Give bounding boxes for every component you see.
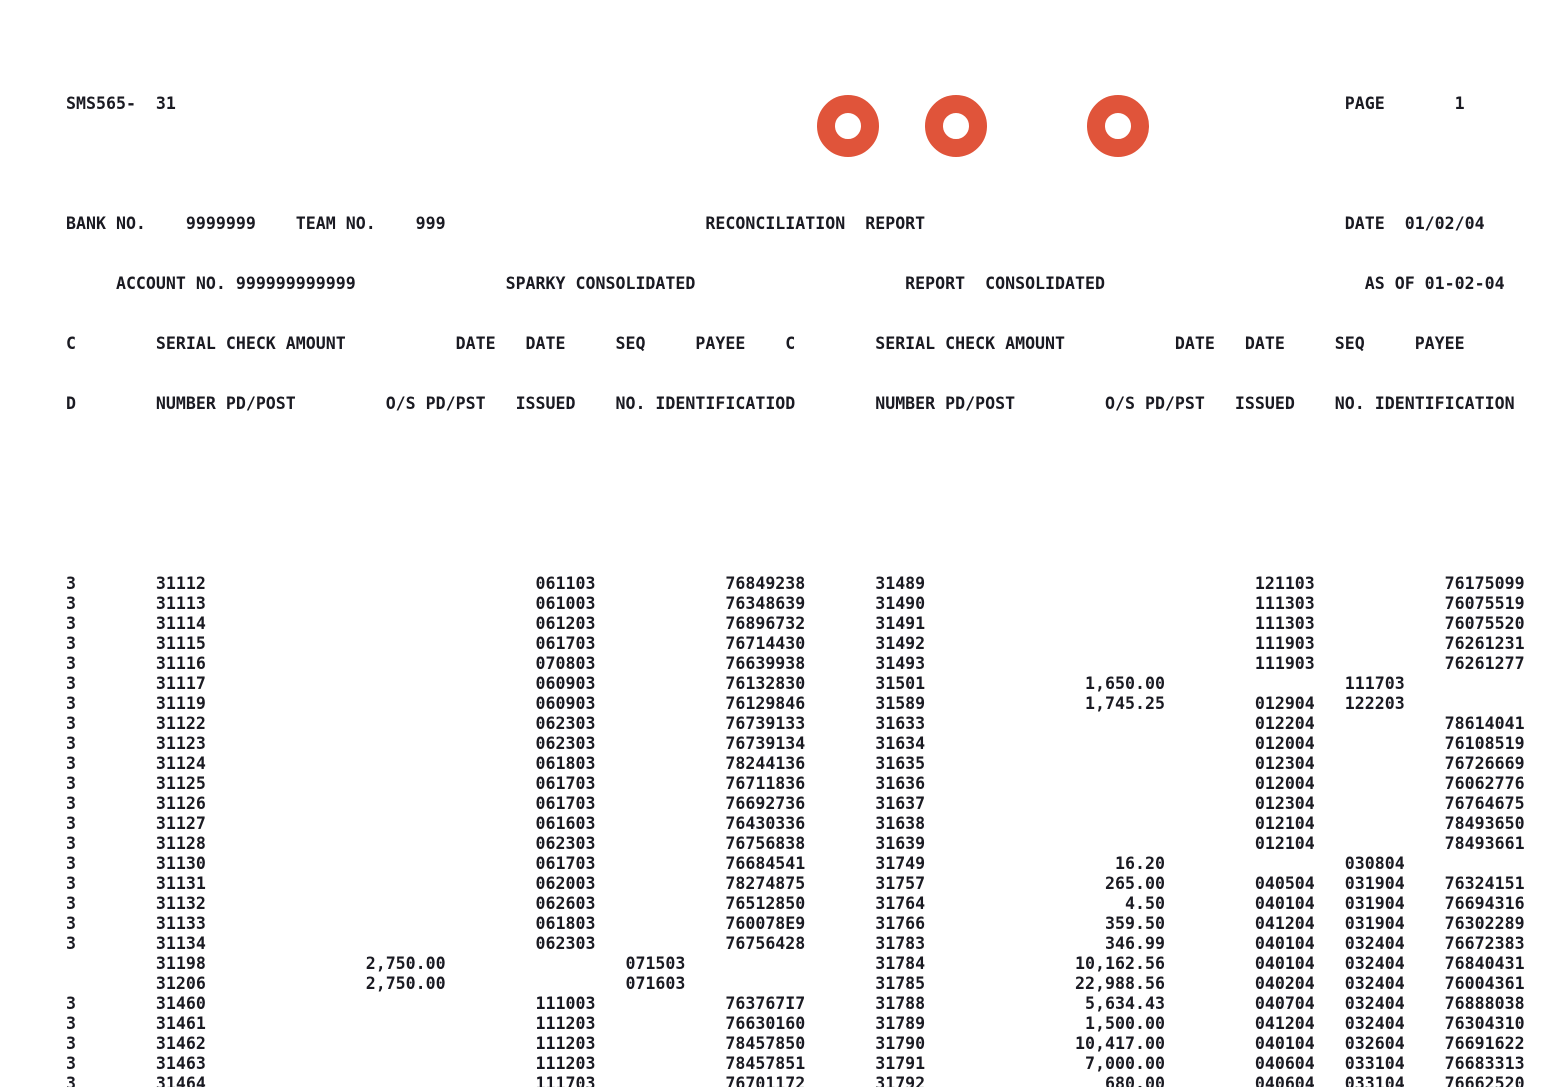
table-row: 3 31112 061103 76849238 31489 121103 761…: [66, 574, 1525, 593]
table-row: 3 31123 062303 76739134 31634 012004 761…: [66, 734, 1525, 753]
table-row: 3 31461 111203 76630160 31789 1,500.00 0…: [66, 1014, 1525, 1033]
column-header-line-2: D NUMBER PD/POST O/S PD/PST ISSUED NO. I…: [66, 394, 1515, 413]
table-row: 3 31462 111203 78457850 31790 10,417.00 …: [66, 1034, 1525, 1053]
table-row: 3 31117 060903 76132830 31501 1,650.00 1…: [66, 674, 1405, 693]
table-row: 3 31131 062003 78274875 31757 265.00 040…: [66, 874, 1525, 893]
table-row: 3 31125 061703 76711836 31636 012004 760…: [66, 774, 1525, 793]
column-header-line-1: C SERIAL CHECK AMOUNT DATE DATE SEQ PAYE…: [66, 334, 1465, 353]
table-row: 3 31114 061203 76896732 31491 111303 760…: [66, 614, 1525, 633]
table-row: 3 31124 061803 78244136 31635 012304 767…: [66, 754, 1525, 773]
table-row: 3 31134 062303 76756428 31783 346.99 040…: [66, 934, 1525, 953]
table-row: 3 31130 061703 76684541 31749 16.20 0308…: [66, 854, 1405, 873]
form-id-line: SMS565- 31 PAGE 1: [66, 94, 1465, 113]
account-company-line: ACCOUNT NO. 999999999999 SPARKY CONSOLID…: [66, 274, 1505, 293]
report-sheet: SMS565- 31 PAGE 1 BANK NO. 9999999 TEAM …: [66, 34, 1550, 1087]
table-row: 3 31128 062303 76756838 31639 012104 784…: [66, 834, 1525, 853]
bank-team-line: BANK NO. 9999999 TEAM NO. 999 RECONCILIA…: [66, 214, 1485, 233]
table-row: 31206 2,750.00 071603 31785 22,988.56 04…: [66, 974, 1525, 993]
table-row: 31198 2,750.00 071503 31784 10,162.56 04…: [66, 954, 1525, 973]
transaction-rows: 3 31112 061103 76849238 31489 121103 761…: [66, 574, 1550, 1087]
report-page: SMS565- 31 PAGE 1 BANK NO. 9999999 TEAM …: [0, 0, 1550, 1087]
ring-2: [925, 95, 987, 157]
table-row: 3 31122 062303 76739133 31633 012204 786…: [66, 714, 1525, 733]
table-row: 3 31113 061003 76348639 31490 111303 760…: [66, 594, 1525, 613]
table-row: 3 31464 111703 76701172 31792 680.00 040…: [66, 1074, 1525, 1087]
table-row: 3 31116 070803 76639938 31493 111903 762…: [66, 654, 1525, 673]
table-row: 3 31133 061803 760078E9 31766 359.50 041…: [66, 914, 1550, 933]
table-row: 3 31132 062603 76512850 31764 4.50 04010…: [66, 894, 1525, 913]
table-row: 3 31126 061703 76692736 31637 012304 767…: [66, 794, 1525, 813]
table-row: 3 31127 061603 76430336 31638 012104 784…: [66, 814, 1525, 833]
table-row: 3 31460 111003 763767I7 31788 5,634.43 0…: [66, 994, 1525, 1013]
table-row: 3 31463 111203 78457851 31791 7,000.00 0…: [66, 1054, 1525, 1073]
ring-3: [1087, 95, 1149, 157]
table-row: 3 31115 061703 76714430 31492 111903 762…: [66, 634, 1525, 653]
table-row: 3 31119 060903 76129846 31589 1,745.25 0…: [66, 694, 1405, 713]
ring-1: [817, 95, 879, 157]
